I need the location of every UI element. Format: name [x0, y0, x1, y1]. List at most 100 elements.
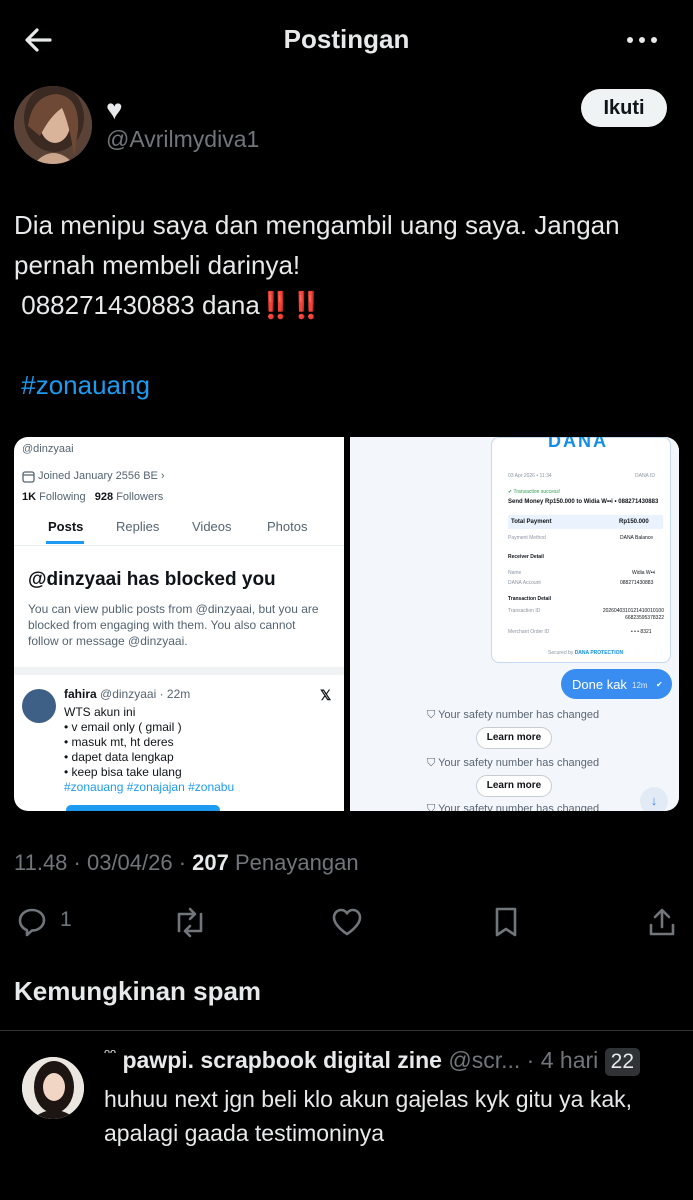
double-exclamation-emoji: ‼️‼️ [259, 290, 323, 320]
ss-safety-3-text: Your safety number has changed [438, 803, 600, 811]
ss-post-line: • v email only ( gmail ) [64, 720, 182, 734]
ss-done-time: 12m [632, 681, 648, 690]
ss-tab-posts: Posts [48, 519, 84, 534]
ss-followers-label: Followers [116, 491, 164, 503]
ss-txid-part1: 2026040310121410010100 [602, 608, 664, 614]
x-logo-icon: 𝕏 [320, 687, 332, 703]
bookmark-icon[interactable] [492, 902, 520, 942]
ss-post-header: fahira @dinzyaai · 22m [64, 687, 190, 701]
ss-learn-more-2: Learn more [476, 775, 552, 797]
ss-merchant-value: • • • 8321 [631, 629, 652, 635]
ss-txid-value: 2026040310121410010100 66823595378322 [586, 608, 664, 622]
ss-joined-text: Joined January 2556 BE [38, 470, 158, 482]
media-image-profile-screenshot[interactable]: @dinzyaai Joined January 2556 BE › 1K Fo… [14, 437, 344, 811]
ss-tabs-divider [14, 545, 344, 546]
reply-text: huhuu next jgn beli klo akun gajelas kyk… [104, 1086, 633, 1146]
ss-account-value: 088271430883 [620, 580, 654, 586]
ss-total-label: Total Payment [511, 519, 552, 525]
ss-date: 03 Apr 2026 • 11:34 [508, 473, 552, 479]
ss-learn-more-1: Learn more [476, 727, 552, 749]
ss-followers-count: 928 [94, 491, 114, 503]
author-handle[interactable]: @Avrilmydiva1 [106, 126, 259, 153]
ss-method-label: Payment Method [508, 535, 546, 541]
media-image-dana-receipt[interactable]: DANA 03 Apr 2026 • 11:34 DANA ID ✔ Trans… [350, 437, 679, 811]
ss-dana-id: DANA ID [635, 473, 656, 479]
reply-display-name[interactable]: pawpi. scrapbook digital zine [122, 1047, 442, 1073]
ss-post-handle: @dinzyaai · 22m [100, 687, 191, 701]
ss-tx-success: ✔ Transaction success! [508, 489, 561, 495]
reply-header: ᵔᵔ pawpi. scrapbook digital zine @scr...… [104, 1047, 641, 1076]
ss-follow-stats: 1K Following 928 Followers [22, 491, 163, 503]
media-gallery: @dinzyaai Joined January 2556 BE › 1K Fo… [14, 437, 679, 811]
ss-safety-2: ⛉ Your safety number has changed [427, 757, 600, 769]
ss-send-money: Send Money Rp150.000 to Widia W••i • 088… [508, 499, 659, 505]
ss-blocked-desc: You can view public posts from @dinzyaai… [28, 601, 319, 649]
repost-icon[interactable] [172, 902, 208, 942]
reply-time: · 4 hari [526, 1047, 599, 1073]
ss-name-label: Name [508, 570, 522, 576]
scroll-down-icon: ↓ [640, 787, 668, 811]
reply-avatar[interactable] [22, 1057, 84, 1119]
ss-tab-photos: Photos [267, 519, 308, 534]
ss-done-text: Done kak [572, 677, 627, 692]
ss-blocked-line3: follow or message @dinzyaai. [28, 634, 188, 648]
check-icon: ✔ [656, 680, 663, 689]
ss-tx-success-text: Transaction success! [513, 489, 561, 495]
views-count: 207 [192, 850, 229, 875]
calendar-icon [22, 471, 35, 483]
ss-handle: @dinzyaai [22, 443, 74, 455]
page-title: Postingan [283, 24, 410, 54]
author-avatar[interactable] [14, 86, 92, 164]
ss-account-label: DANA Account [508, 580, 541, 586]
post-text-line1: Dia menipu saya dan mengambil uang saya.… [14, 210, 620, 280]
ss-tab-videos: Videos [192, 519, 232, 534]
hashtag-link[interactable]: #zonauang [21, 370, 150, 400]
ss-txid-label: Transaction ID [508, 608, 541, 614]
ss-post-line: • masuk mt, ht deres [64, 735, 174, 749]
ss-txid-part2: 668235953783 [625, 615, 659, 621]
top-bar: Postingan [0, 0, 693, 80]
ribbon-icon: ᵔᵔ [104, 1047, 117, 1064]
post-text: Dia menipu saya dan mengambil uang saya.… [14, 205, 684, 405]
ss-blocked-title: @dinzyaai has blocked you [28, 569, 276, 590]
views-label: Penayangan [228, 850, 359, 875]
ss-post-button [66, 805, 220, 811]
ss-name-value: Widia W••i [632, 570, 656, 576]
avatar-photo [14, 86, 92, 164]
share-icon[interactable] [646, 902, 678, 942]
ss-safety-2-text: Your safety number has changed [438, 757, 600, 769]
ss-tab-replies: Replies [116, 519, 160, 534]
ss-following-count: 1K [22, 491, 37, 503]
ss-post-line: • keep bisa take ulang [64, 765, 182, 779]
ss-tx-detail-title: Transaction Detail [508, 596, 552, 602]
ss-post-avatar [22, 689, 56, 723]
ss-txid-part3: 22 [658, 615, 664, 621]
ss-section-gap [14, 667, 344, 675]
ss-method-value: DANA Balance [620, 535, 654, 541]
ss-post-tags: #zonauang #zonajajan #zonabu [64, 780, 235, 794]
ss-safety-1-text: Your safety number has changed [438, 709, 600, 721]
ss-merchant-label: Merchant Order ID [508, 629, 550, 635]
ss-secured: Secured by DANA PROTECTION [548, 650, 623, 656]
post-timestamp: 11.48 · 03/04/26 · [14, 850, 193, 875]
ss-tab-underline [46, 541, 84, 544]
ss-post-line: • dapet data lengkap [64, 750, 174, 764]
reply-handle[interactable]: @scr... [448, 1047, 520, 1073]
display-name-heart: ♥ [106, 94, 123, 125]
ss-following-label: Following [39, 491, 86, 503]
dana-logo: DANA [548, 437, 608, 451]
follow-button[interactable]: Ikuti [581, 89, 667, 127]
reply-icon[interactable] [16, 902, 48, 942]
post-text-line2: 088271430883 dana [21, 290, 260, 320]
reply-count: 1 [60, 908, 72, 931]
ss-blocked-line1: You can view public posts from @dinzyaai… [28, 602, 319, 616]
ss-total-value: Rp150.000 [619, 519, 649, 525]
display-name: ♥ [106, 94, 123, 125]
like-heart-icon[interactable] [330, 902, 364, 942]
more-options-icon[interactable] [624, 24, 660, 56]
ss-safety-1: ⛉ Your safety number has changed [427, 709, 600, 721]
ss-protection: DANA PROTECTION [574, 650, 624, 656]
ss-blocked-line2: blocked from engaging with them. You als… [28, 618, 296, 632]
ss-secured-text: Secured by [548, 650, 574, 656]
ss-joined: Joined January 2556 BE › [38, 470, 165, 482]
